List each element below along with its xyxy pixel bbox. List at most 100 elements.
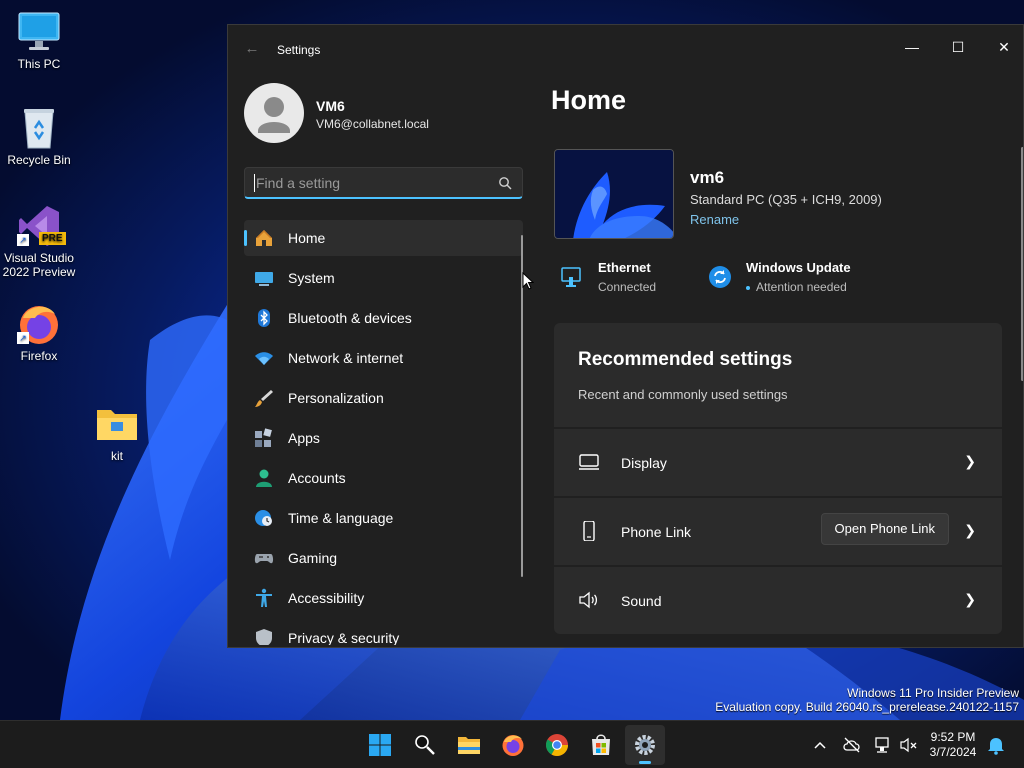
minimize-button[interactable]: —: [889, 31, 935, 63]
nav-item-system[interactable]: System: [244, 260, 523, 296]
cloud-offline-icon[interactable]: [842, 735, 862, 755]
speaker-muted-icon[interactable]: [899, 735, 919, 755]
desktop-icon-visual-studio[interactable]: PRE ↗ Visual Studio 2022 Preview: [1, 204, 77, 279]
nav-item-label: Bluetooth & devices: [288, 310, 412, 326]
clock-date: 3/7/2024: [929, 745, 977, 759]
recommended-row-phone-link[interactable]: Phone Link Open Phone Link ❯: [554, 498, 1002, 565]
search-input[interactable]: [254, 174, 484, 192]
windows-update-title: Windows Update: [746, 260, 851, 275]
nav-item-label: Apps: [288, 430, 320, 446]
chevron-right-icon: ❯: [964, 522, 976, 538]
row-label: Display: [621, 455, 667, 471]
home-icon: [256, 230, 272, 246]
nav-item-label: Accessibility: [288, 590, 365, 606]
windows-update-status: Attention needed: [756, 280, 847, 294]
chevron-up-icon[interactable]: [810, 735, 830, 755]
desktop-icon-firefox[interactable]: ↗ Firefox: [1, 302, 77, 363]
settings-window: ← Settings — ☐ ✕ VM6 VM6@collabnet.local…: [227, 24, 1024, 648]
nav-item-accounts[interactable]: Accounts: [244, 460, 523, 496]
row-label: Phone Link: [621, 524, 692, 540]
settings-taskbar-button[interactable]: [625, 725, 665, 765]
start-icon: [369, 734, 391, 756]
avatar[interactable]: [244, 83, 304, 143]
clock[interactable]: 9:52 PM 3/7/2024: [924, 730, 982, 760]
firefox-taskbar-button[interactable]: [493, 725, 533, 765]
nav-item-label: Accounts: [288, 470, 346, 486]
notification-bell-icon[interactable]: [986, 735, 1006, 755]
network-icon[interactable]: [873, 735, 893, 755]
recommended-settings-card: Recommended settings Recent and commonly…: [554, 323, 1002, 635]
open-phone-link-button[interactable]: Open Phone Link: [820, 513, 949, 545]
accounts-icon: [256, 469, 272, 487]
nav-item-network[interactable]: Network & internet: [244, 340, 523, 376]
evaluation-watermark: Windows 11 Pro Insider Preview Evaluatio…: [715, 686, 1019, 714]
desktop-icon-label: Firefox: [20, 349, 58, 363]
bluetooth-icon: [258, 309, 270, 327]
shortcut-arrow-icon: ↗: [17, 234, 29, 246]
firefox-icon: [502, 735, 524, 756]
navigation-pane: Home System Bluetooth & devices Network …: [244, 220, 523, 645]
file-explorer-icon: [458, 737, 480, 754]
recommended-row-sound[interactable]: Sound ❯: [554, 567, 1002, 634]
shortcut-arrow-icon: ↗: [17, 332, 29, 344]
gamepad-icon: [254, 554, 274, 564]
ethernet-title: Ethernet: [598, 260, 651, 275]
nav-item-label: Home: [288, 230, 326, 246]
nav-item-personalization[interactable]: Personalization: [244, 380, 523, 416]
desktop-icon-kit-folder[interactable]: kit: [79, 402, 155, 463]
store-icon: [592, 734, 610, 755]
nav-item-label: System: [288, 270, 335, 286]
active-app-indicator: [639, 761, 651, 764]
microsoft-store-button[interactable]: [581, 725, 621, 765]
nav-item-bluetooth[interactable]: Bluetooth & devices: [244, 300, 523, 336]
search-box[interactable]: [244, 167, 523, 199]
taskbar-search-button[interactable]: [405, 725, 445, 765]
nav-item-apps[interactable]: Apps: [244, 420, 523, 456]
start-button[interactable]: [360, 725, 400, 765]
desktop-icon-this-pc[interactable]: This PC: [1, 10, 77, 71]
nav-item-time-language[interactable]: Time & language: [244, 500, 523, 536]
user-silhouette-icon: [258, 97, 290, 133]
close-button[interactable]: ✕: [981, 31, 1023, 63]
title-bar[interactable]: ← Settings — ☐ ✕: [228, 25, 1023, 73]
nav-item-label: Privacy & security: [288, 630, 400, 645]
device-wallpaper-thumbnail: [554, 149, 674, 239]
chrome-icon: [546, 734, 568, 756]
clock-time: 9:52 PM: [930, 730, 976, 744]
shield-icon: [256, 629, 272, 645]
preview-badge: PRE: [39, 232, 66, 245]
recycle-bin-icon: [17, 106, 61, 150]
windows-update-icon: [709, 266, 731, 288]
nav-item-home[interactable]: Home: [244, 220, 523, 256]
recommended-row-display[interactable]: Display ❯: [554, 429, 1002, 496]
taskbar: 9:52 PM 3/7/2024: [0, 720, 1024, 768]
settings-icon: [635, 735, 655, 755]
desktop-icon-label: Visual Studio 2022 Preview: [2, 251, 76, 279]
nav-item-privacy-security[interactable]: Privacy & security: [244, 620, 523, 645]
maximize-button[interactable]: ☐: [935, 31, 981, 63]
chevron-right-icon: ❯: [964, 453, 976, 469]
nav-item-label: Network & internet: [288, 350, 404, 366]
row-label: Sound: [621, 593, 662, 609]
chrome-taskbar-button[interactable]: [537, 725, 577, 765]
chevron-right-icon: ❯: [964, 591, 976, 607]
recommended-header: Recommended settings Recent and commonly…: [554, 323, 1002, 427]
search-icon[interactable]: [498, 176, 512, 190]
globe-clock-icon: [255, 510, 272, 526]
accessibility-icon: [256, 588, 272, 607]
desktop-icon-recycle-bin[interactable]: Recycle Bin: [1, 106, 77, 167]
user-email: VM6@collabnet.local: [316, 117, 429, 131]
paintbrush-icon: [255, 390, 273, 407]
file-explorer-button[interactable]: [449, 725, 489, 765]
nav-item-gaming[interactable]: Gaming: [244, 540, 523, 576]
recommended-subtitle: Recent and commonly used settings: [578, 387, 788, 402]
back-arrow-icon[interactable]: ←: [242, 39, 262, 59]
rename-link[interactable]: Rename: [690, 212, 739, 227]
nav-item-label: Personalization: [288, 390, 384, 406]
desktop-icon-label: Recycle Bin: [7, 153, 71, 167]
device-name: vm6: [690, 168, 725, 187]
system-icon: [255, 272, 273, 286]
nav-item-label: Gaming: [288, 550, 338, 566]
nav-item-accessibility[interactable]: Accessibility: [244, 580, 523, 616]
desktop-icon-label: kit: [111, 449, 123, 463]
